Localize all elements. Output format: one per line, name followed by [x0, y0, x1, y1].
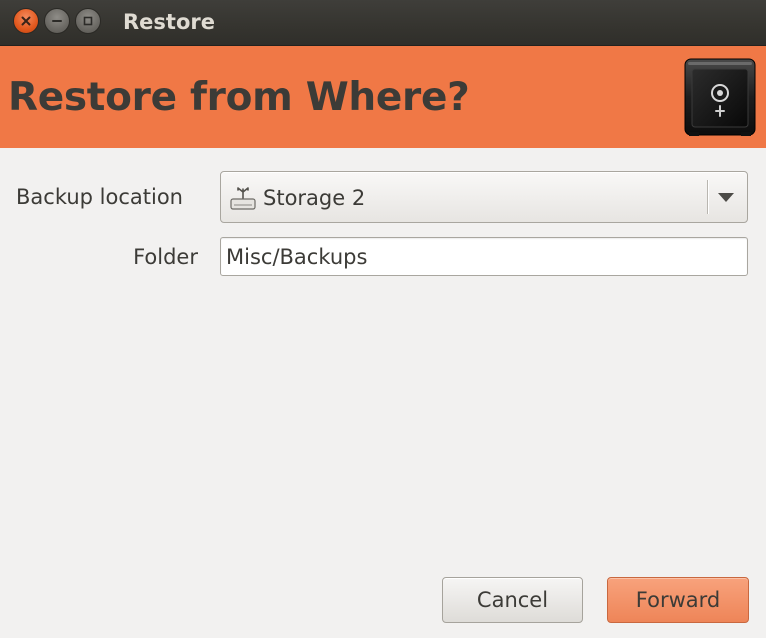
drive-icon [230, 187, 256, 210]
backup-location-dropdown[interactable]: Storage 2 [220, 171, 748, 223]
minimize-icon [52, 20, 62, 22]
close-icon [21, 16, 31, 26]
backup-location-label: Backup location [16, 185, 183, 209]
cancel-button[interactable]: Cancel [442, 577, 583, 623]
page-title: Restore from Where? [8, 75, 470, 120]
restore-dialog: Restore Restore from Where? Backup locat… [0, 0, 766, 638]
minimize-button[interactable] [44, 8, 70, 34]
folder-field[interactable] [220, 237, 748, 276]
window-title: Restore [123, 10, 215, 34]
maximize-button[interactable] [75, 8, 101, 34]
dropdown-separator [707, 180, 708, 214]
close-button[interactable] [13, 8, 39, 34]
safe-icon [684, 58, 756, 136]
folder-label: Folder [133, 245, 198, 269]
chevron-down-icon [718, 193, 734, 202]
backup-location-value: Storage 2 [263, 186, 366, 210]
title-bar: Restore [0, 0, 766, 46]
forward-button[interactable]: Forward [607, 577, 749, 623]
maximize-icon [83, 16, 93, 26]
